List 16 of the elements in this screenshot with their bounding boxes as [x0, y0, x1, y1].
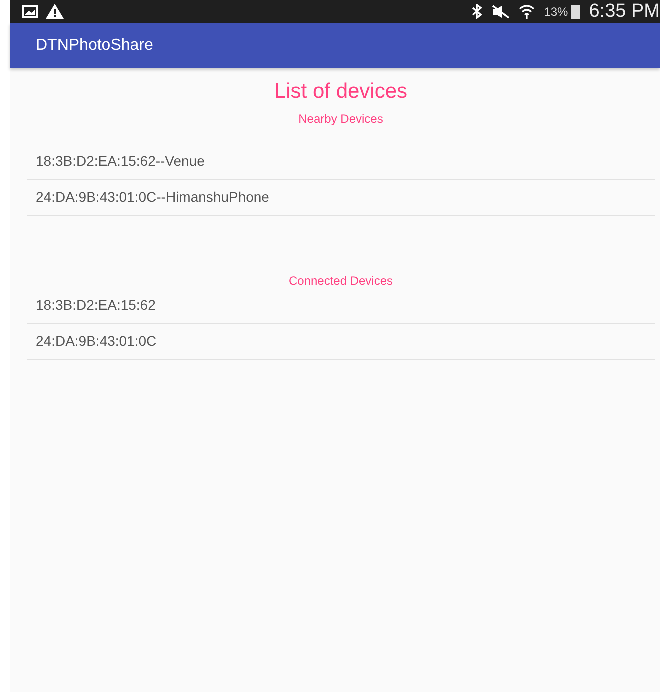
warning-icon	[46, 4, 64, 19]
app-title: DTNPhotoShare	[36, 36, 154, 54]
battery-icon	[571, 4, 580, 19]
section-title: Connected Devices	[288, 274, 394, 288]
device-item[interactable]: 24:DA:9B:43:01:0C--HimanshuPhone	[27, 180, 655, 216]
device-item[interactable]: 18:3B:D2:EA:15:62--Venue	[27, 144, 655, 180]
battery-level: 13%	[544, 4, 568, 18]
bluetooth-icon	[471, 4, 484, 19]
clock: 6:35 PM	[589, 0, 660, 22]
device-item[interactable]: 18:3B:D2:EA:15:62	[27, 288, 655, 324]
wifi-icon	[519, 4, 536, 19]
image-icon	[22, 5, 38, 18]
section-title: Nearby Devices	[298, 112, 384, 126]
device-item[interactable]: 24:DA:9B:43:01:0C	[27, 324, 655, 360]
mute-icon	[492, 4, 510, 18]
page-heading: List of devices	[273, 80, 409, 104]
